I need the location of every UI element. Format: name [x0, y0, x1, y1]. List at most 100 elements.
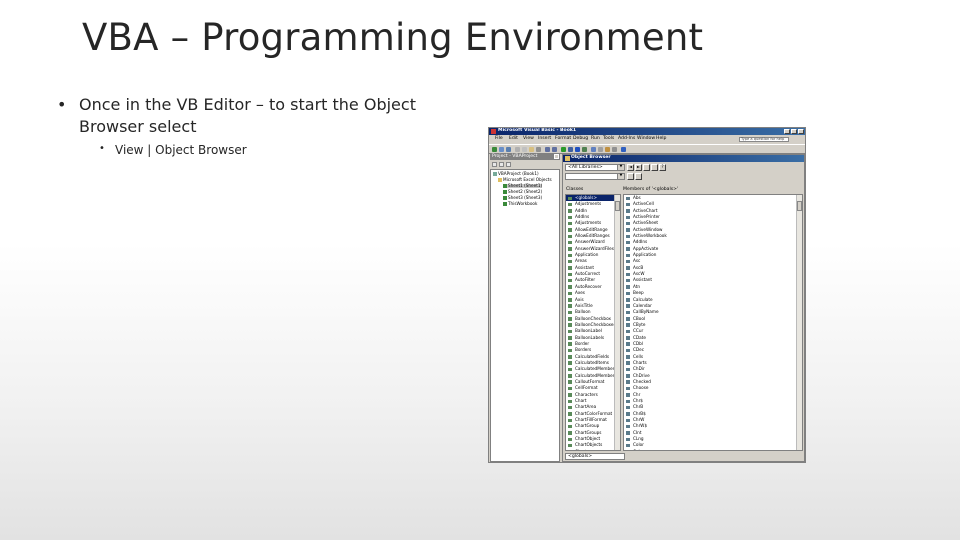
- project-tree: VBAProject (Book1) Microsoft Excel Objec…: [490, 169, 560, 462]
- member-icon: [626, 196, 630, 200]
- members-scrollbar[interactable]: [796, 195, 802, 450]
- properties-window-icon[interactable]: [598, 147, 603, 152]
- class-list-item-label: BalloonCheckboxes: [575, 321, 616, 327]
- chevron-down-icon[interactable]: ▼: [617, 164, 624, 170]
- class-icon: [568, 247, 572, 251]
- member-list-item-label: ChDir: [633, 366, 645, 372]
- ask-question-box[interactable]: Type a question for help: [739, 137, 789, 142]
- member-list-item[interactable]: Columns: [624, 449, 802, 450]
- tree-node-sheet1[interactable]: Sheet1 (Sheet1): [503, 183, 543, 189]
- class-icon: [568, 272, 572, 277]
- member-list-item-label: Checked: [633, 378, 651, 384]
- classes-scrollbar[interactable]: [614, 195, 620, 450]
- menu-addins[interactable]: Add-Ins: [618, 136, 635, 142]
- member-list-item-label: Asc: [633, 258, 641, 264]
- project-pane-toolbar: [490, 161, 560, 168]
- menu-edit[interactable]: Edit: [509, 136, 518, 142]
- menu-tools[interactable]: Tools: [603, 136, 614, 142]
- copy-clipboard-icon[interactable]: [643, 164, 650, 171]
- member-list-item-label: CallByName: [633, 309, 659, 315]
- menu-help[interactable]: Help: [656, 136, 666, 142]
- minimize-icon[interactable]: [784, 129, 790, 134]
- menu-file[interactable]: File: [495, 136, 503, 142]
- class-list-item-label: ChartArea: [575, 404, 597, 410]
- member-list-item-label: CLng: [633, 436, 644, 442]
- bullet-2-text: View | Object Browser: [115, 143, 247, 157]
- member-icon: [626, 443, 630, 448]
- class-icon: [568, 323, 572, 327]
- back-icon[interactable]: ◄: [627, 164, 634, 171]
- member-list-item-label: Color: [633, 442, 644, 448]
- project-pane: Project - VBAProject VBAProject (Book1) …: [490, 154, 560, 462]
- save-icon[interactable]: [506, 147, 511, 152]
- member-icon: [626, 336, 630, 340]
- run-icon[interactable]: [561, 147, 566, 152]
- find-icon[interactable]: [536, 147, 541, 152]
- menu-window[interactable]: Window: [637, 136, 655, 142]
- project-icon: [493, 172, 497, 176]
- member-list-item-label: Calculate: [633, 296, 653, 302]
- class-icon: [568, 298, 572, 302]
- member-icon: [626, 342, 630, 346]
- class-icon: [568, 304, 572, 308]
- menu-debug[interactable]: Debug: [573, 136, 588, 142]
- view-code-icon[interactable]: [492, 162, 497, 167]
- toggle-folders-icon[interactable]: [506, 162, 511, 167]
- tree-node-sheet2[interactable]: Sheet2 (Sheet2): [503, 189, 542, 194]
- tree-node-thisworkbook[interactable]: ThisWorkbook: [503, 201, 537, 206]
- members-list[interactable]: Abs ActiveCell ActiveChart ActivePrinter Act…: [623, 194, 803, 451]
- class-icon: [568, 228, 572, 232]
- search-icon[interactable]: [627, 173, 634, 180]
- scrollbar-thumb[interactable]: [797, 201, 802, 211]
- view-definition-icon[interactable]: [651, 164, 658, 171]
- menu-format[interactable]: Format: [555, 136, 571, 142]
- view-excel-icon[interactable]: [492, 147, 497, 152]
- menu-view[interactable]: View: [523, 136, 534, 142]
- close-icon[interactable]: [554, 154, 559, 159]
- class-list-item[interactable]: Charts: [566, 449, 620, 450]
- maximize-icon[interactable]: [791, 129, 797, 134]
- classes-list[interactable]: <globals> Adjustments AddIn AddIns Adjustmen…: [565, 194, 621, 451]
- reset-icon[interactable]: [575, 147, 580, 152]
- help-icon[interactable]: [621, 147, 626, 152]
- member-icon: [626, 348, 630, 353]
- class-icon: [568, 253, 572, 258]
- view-object-icon[interactable]: [499, 162, 504, 167]
- object-browser-icon: [565, 156, 570, 161]
- class-list-item-label: AllowEditRanges: [575, 233, 610, 239]
- toolbox-icon[interactable]: [612, 147, 617, 152]
- help-icon[interactable]: ?: [659, 164, 666, 171]
- class-icon: [568, 367, 572, 372]
- cut-icon[interactable]: [515, 147, 520, 152]
- paste-icon[interactable]: [529, 147, 534, 152]
- redo-icon[interactable]: [552, 147, 557, 152]
- class-list-item-label: BalloonCheckbox: [575, 315, 611, 321]
- break-icon[interactable]: [568, 147, 573, 152]
- chevron-down-icon[interactable]: ▼: [617, 173, 624, 179]
- search-text-input[interactable]: ▼: [565, 173, 625, 180]
- class-list-item-label: ChartGroups: [575, 429, 602, 435]
- menu-run[interactable]: Run: [591, 136, 600, 142]
- tree-node-sheet3[interactable]: Sheet3 (Sheet3): [503, 195, 542, 200]
- library-dropdown[interactable]: <All Libraries> ▼: [565, 164, 625, 171]
- undo-icon[interactable]: [545, 147, 550, 152]
- class-icon: [568, 342, 572, 346]
- scrollbar-thumb[interactable]: [615, 201, 620, 211]
- menu-insert[interactable]: Insert: [538, 136, 551, 142]
- design-mode-icon[interactable]: [582, 147, 587, 152]
- insert-module-icon[interactable]: [499, 147, 504, 152]
- bullet-1-marker: •: [57, 95, 67, 114]
- project-explorer-icon[interactable]: [591, 147, 596, 152]
- forward-icon[interactable]: ►: [635, 164, 642, 171]
- copy-icon[interactable]: [522, 147, 527, 152]
- object-browser-icon[interactable]: [605, 147, 610, 152]
- hide-results-icon[interactable]: [635, 173, 642, 180]
- class-list-item-label: ChartObject: [575, 436, 601, 442]
- tree-node-excel-objects[interactable]: Microsoft Excel Objects: [498, 177, 552, 182]
- tree-node-vbaproject[interactable]: VBAProject (Book1): [493, 171, 539, 176]
- class-list-item-label: CellFormat: [575, 385, 598, 391]
- tree-node-label: Sheet1 (Sheet1): [508, 183, 543, 188]
- member-list-item-label: Chr: [633, 391, 641, 397]
- tree-node-label: Microsoft Excel Objects: [503, 177, 552, 182]
- close-icon[interactable]: [798, 129, 804, 134]
